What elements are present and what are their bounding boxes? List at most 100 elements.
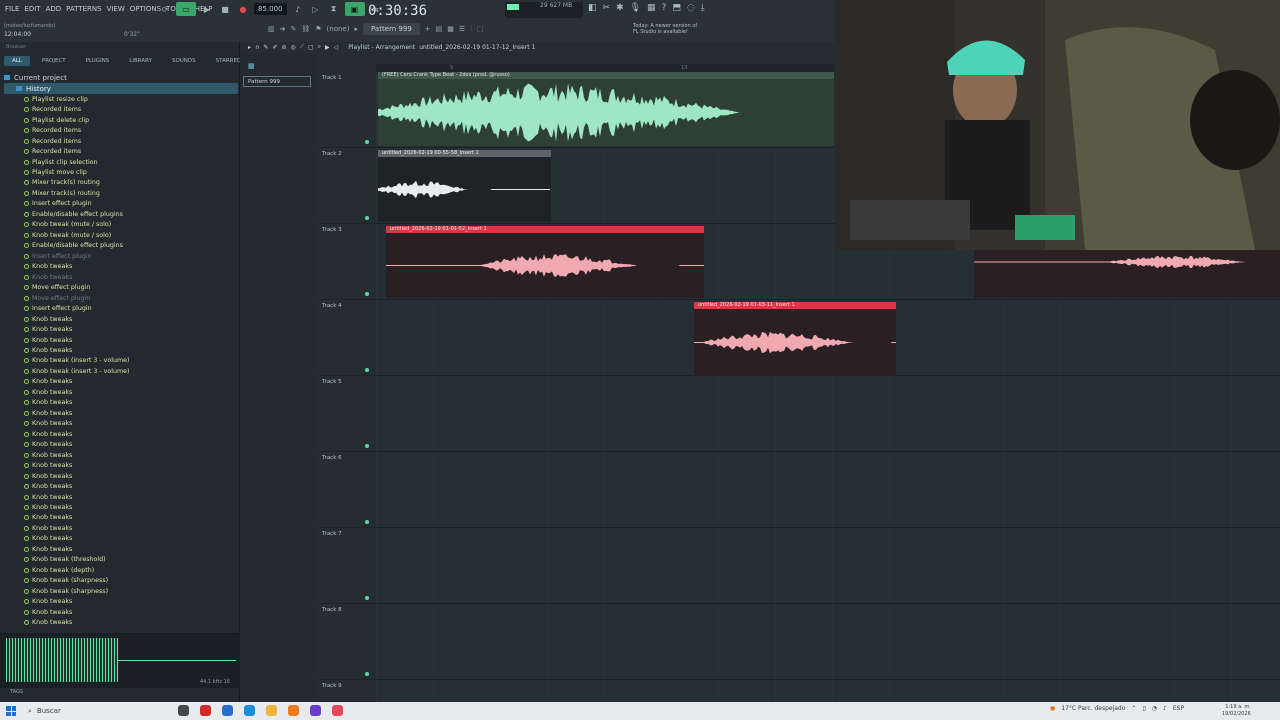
- history-item[interactable]: Knob tweaks: [24, 481, 238, 491]
- app-icon[interactable]: [332, 705, 343, 716]
- history-item[interactable]: Enable/disable effect plugins: [24, 209, 238, 219]
- menu-file[interactable]: FILE: [4, 4, 20, 14]
- history-item[interactable]: Knob tweaks: [24, 597, 238, 607]
- tempo-display[interactable]: 85.000: [254, 3, 287, 15]
- edge-icon[interactable]: [244, 705, 255, 716]
- history-item[interactable]: Playlist clip selection: [24, 157, 238, 167]
- track-header[interactable]: Track 8: [318, 604, 376, 680]
- history-item[interactable]: Knob tweaks: [24, 387, 238, 397]
- tab-library[interactable]: LIBRARY: [121, 56, 160, 66]
- audio-clip[interactable]: untitled_2026-02-19 01-01-52_Insert 1: [386, 226, 704, 298]
- update-notice[interactable]: Today: A newer version of FL Studio is a…: [633, 23, 697, 35]
- plus-icon[interactable]: +: [425, 25, 431, 33]
- history-item[interactable]: Knob tweak (threshold): [24, 555, 238, 565]
- menu-add[interactable]: ADD: [45, 4, 63, 14]
- audio-clip[interactable]: untitled_2026-02-19 00-55-58_Insert 1: [378, 150, 551, 222]
- history-item[interactable]: Mixer track(s) routing: [24, 178, 238, 188]
- track-header[interactable]: Track 9: [318, 680, 376, 702]
- play-icon[interactable]: ▶: [325, 44, 330, 51]
- arrow-icon[interactable]: ▸: [248, 44, 251, 51]
- track-led[interactable]: [365, 672, 369, 676]
- history-item[interactable]: Knob tweaks: [24, 544, 238, 554]
- stop-icon[interactable]: ■: [218, 2, 232, 16]
- plugin-db-icon[interactable]: ⬚: [477, 25, 484, 33]
- history-item[interactable]: Knob tweaks: [24, 377, 238, 387]
- speaker-icon[interactable]: ◁: [334, 44, 339, 51]
- history-item[interactable]: Knob tweaks: [24, 513, 238, 523]
- piano-icon[interactable]: ▥: [268, 25, 275, 33]
- language[interactable]: ESP: [1173, 705, 1184, 712]
- history-item[interactable]: Playlist move clip: [24, 167, 238, 177]
- history-item[interactable]: Knob tweaks: [24, 617, 238, 627]
- mixer-select[interactable]: (none): [327, 25, 350, 33]
- history-item[interactable]: Recorded items: [24, 136, 238, 146]
- history-item[interactable]: Knob tweaks: [24, 314, 238, 324]
- tab-plugins[interactable]: PLUGINS: [78, 56, 118, 66]
- history-item[interactable]: Move effect plugin: [24, 282, 238, 292]
- tab-sounds[interactable]: SOUNDS: [164, 56, 204, 66]
- slice-icon[interactable]: ⟋: [300, 43, 304, 51]
- track-led[interactable]: [365, 140, 369, 144]
- tray-up-icon[interactable]: ⌃: [1131, 705, 1136, 712]
- history-item[interactable]: Knob tweak (insert 3 - volume): [24, 356, 238, 366]
- weather-text[interactable]: 17°C Parc. despejado: [1061, 705, 1125, 712]
- help-icon[interactable]: ?: [662, 3, 667, 13]
- select-icon[interactable]: ▢: [308, 44, 314, 51]
- plugin-icon[interactable]: ✱: [616, 3, 624, 13]
- track-header[interactable]: Track 1: [318, 72, 376, 148]
- history-item[interactable]: Knob tweaks: [24, 272, 238, 282]
- menu-edit[interactable]: EDIT: [23, 4, 41, 14]
- mic-icon[interactable]: 🎙: [630, 3, 641, 13]
- brush-icon[interactable]: ✐: [272, 44, 277, 51]
- song-time[interactable]: 0:30:36: [368, 3, 427, 19]
- history-item[interactable]: Recorded items: [24, 146, 238, 156]
- track-led[interactable]: [365, 596, 369, 600]
- zoom-icon[interactable]: ⌕: [318, 43, 321, 51]
- download-icon[interactable]: ⤓: [701, 3, 705, 13]
- arrow-icon[interactable]: ▸: [354, 25, 358, 33]
- cpu-loop-icon[interactable]: ⟳: [158, 2, 172, 16]
- countdown-icon[interactable]: ⧗: [327, 2, 341, 16]
- song-mode-button[interactable]: ▭: [176, 2, 196, 16]
- history-item[interactable]: Knob tweak (depth): [24, 565, 238, 575]
- windows-start-icon[interactable]: [6, 706, 16, 716]
- history-item[interactable]: Knob tweak (sharpness): [24, 576, 238, 586]
- history-item[interactable]: Recorded items: [24, 125, 238, 135]
- metronome-icon[interactable]: ♪: [291, 2, 305, 16]
- track-led[interactable]: [365, 520, 369, 524]
- history-item[interactable]: Knob tweaks: [24, 607, 238, 617]
- record-icon[interactable]: ●: [236, 2, 250, 16]
- history-item[interactable]: Knob tweaks: [24, 502, 238, 512]
- tags-label[interactable]: TAGS: [10, 689, 23, 695]
- play-icon[interactable]: ▶: [200, 2, 214, 16]
- playlist-icon[interactable]: ▤: [436, 25, 443, 33]
- history-item[interactable]: Insert effect plugin: [24, 251, 238, 261]
- history-item[interactable]: Knob tweaks: [24, 398, 238, 408]
- pencil-icon[interactable]: ✎: [291, 25, 297, 33]
- magnet-icon[interactable]: ∩: [255, 44, 259, 51]
- wait-icon[interactable]: ▷: [309, 2, 323, 16]
- folder-icon[interactable]: ▦: [647, 3, 656, 13]
- file-explorer-icon[interactable]: [266, 705, 277, 716]
- pencil-icon[interactable]: ✎: [263, 44, 268, 51]
- network-icon[interactable]: ◔: [1152, 705, 1157, 712]
- track-header[interactable]: Track 5: [318, 376, 376, 452]
- channel-rack-icon[interactable]: ☰: [459, 25, 465, 33]
- history-item[interactable]: Knob tweaks: [24, 492, 238, 502]
- clock[interactable]: 1:19 a. m. 19/02/2026: [1222, 704, 1251, 718]
- app-icon[interactable]: [310, 705, 321, 716]
- taskbar-search[interactable]: ⌕ Buscar: [28, 704, 123, 718]
- history-item[interactable]: Knob tweaks: [24, 523, 238, 533]
- history-item[interactable]: Knob tweak (sharpness): [24, 586, 238, 596]
- track-led[interactable]: [365, 216, 369, 220]
- track-led[interactable]: [365, 444, 369, 448]
- delete-icon[interactable]: ⊘: [281, 44, 286, 51]
- track-led[interactable]: [365, 292, 369, 296]
- history-item[interactable]: Knob tweaks: [24, 419, 238, 429]
- chat-icon[interactable]: ◌: [687, 3, 695, 13]
- mixer-icon[interactable]: ⫶: [470, 25, 472, 34]
- history-item[interactable]: Insert effect plugin: [24, 199, 238, 209]
- history-item[interactable]: Knob tweaks: [24, 460, 238, 470]
- arrow-right-icon[interactable]: ➜: [280, 25, 286, 33]
- menu-patterns[interactable]: PATTERNS: [65, 4, 102, 14]
